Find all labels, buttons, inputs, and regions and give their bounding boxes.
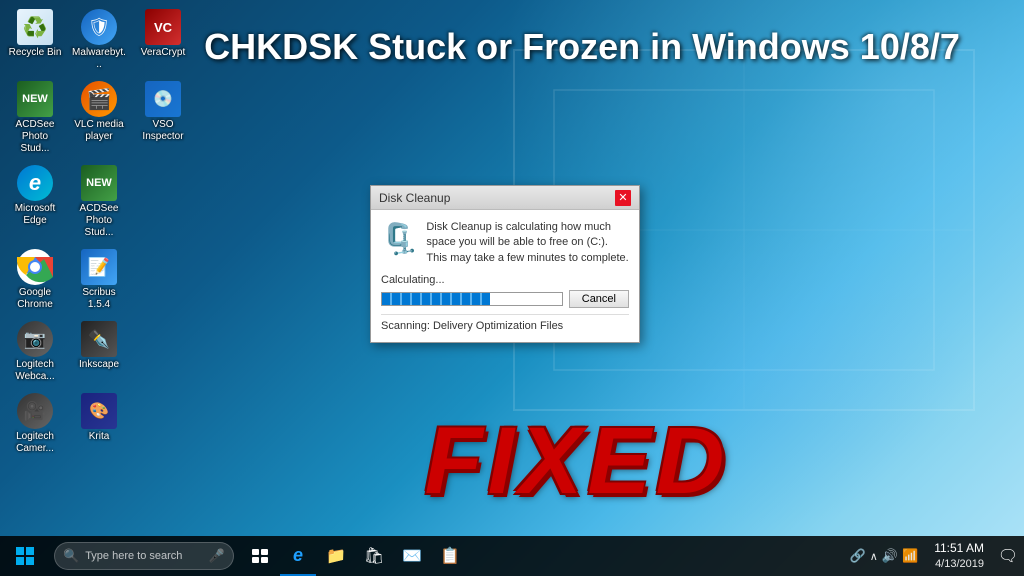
taskbar-right: 🔗 ∧ 🔊 📶 11:51 AM 4/13/2019 🗨: [842, 536, 1024, 576]
system-tray: 🔗 ∧ 🔊 📶: [842, 548, 927, 564]
logitech-camera-label: Logitech Camer...: [7, 431, 63, 455]
start-button[interactable]: [0, 536, 50, 576]
progress-bar-fill: [382, 293, 490, 305]
inkscape-label: Inkscape: [79, 359, 119, 371]
system-clock[interactable]: 11:51 AM 4/13/2019: [926, 541, 992, 571]
krita-icon[interactable]: 🎨 Krita: [69, 389, 129, 459]
dialog-title-text: Disk Cleanup: [379, 191, 450, 205]
veracrypt-icon[interactable]: VC VeraCrypt: [133, 5, 193, 75]
tray-network-icon[interactable]: 🔗: [850, 548, 866, 564]
vso-label: VSO Inspector: [135, 119, 191, 143]
recycle-bin-icon[interactable]: ♻️ Recycle Bin: [5, 5, 65, 75]
taskbar-app-icon[interactable]: 📋: [432, 536, 468, 576]
taskbar-explorer-icon[interactable]: 📁: [318, 536, 354, 576]
tray-volume-icon[interactable]: 🔊: [882, 548, 898, 564]
vlc-icon[interactable]: 🎬 VLC media player: [69, 77, 129, 159]
edge-label: Microsoft Edge: [7, 203, 63, 227]
tray-chevron-icon[interactable]: ∧: [870, 550, 878, 563]
malwarebytes-label: Malwarebyt...: [71, 47, 127, 71]
taskbar: 🔍 Type here to search 🎤 e 📁 🛍 ✉️ 📋: [0, 536, 1024, 576]
tray-icons: 🔗 ∧ 🔊 📶: [850, 548, 919, 564]
scanning-label: Scanning: Delivery Optimization Files: [381, 314, 629, 332]
inkscape-icon[interactable]: ✒️ Inkscape: [69, 317, 129, 387]
tray-network2-icon[interactable]: 📶: [902, 548, 918, 564]
taskview-button[interactable]: [242, 536, 278, 576]
clock-date: 4/13/2019: [934, 557, 984, 571]
desktop-icons: ♻️ Recycle Bin 🛡 Malwarebyt... VC VeraCr…: [5, 5, 193, 459]
edge-icon[interactable]: e Microsoft Edge: [5, 161, 65, 243]
disk-icon: 🗜️: [381, 222, 418, 257]
disk-cleanup-dialog: Disk Cleanup ✕ 🗜️ Disk Cleanup is calcul…: [370, 185, 640, 343]
scribus-label: Scribus 1.5.4: [71, 287, 127, 311]
veracrypt-label: VeraCrypt: [141, 47, 185, 59]
logitech-webcam-icon[interactable]: 📷 Logitech Webca...: [5, 317, 65, 387]
recycle-bin-label: Recycle Bin: [9, 47, 62, 59]
search-placeholder: Type here to search: [85, 550, 182, 562]
taskbar-edge-icon[interactable]: e: [280, 536, 316, 576]
dialog-body: 🗜️ Disk Cleanup is calculating how much …: [371, 210, 639, 342]
acdsee-label: ACDSee Photo Stud...: [7, 119, 63, 155]
cancel-button[interactable]: Cancel: [569, 290, 629, 308]
dialog-message: Disk Cleanup is calculating how much spa…: [426, 220, 629, 266]
chrome-label: Google Chrome: [7, 287, 63, 311]
malwarebytes-icon[interactable]: 🛡 Malwarebyt...: [69, 5, 129, 75]
clock-time: 11:51 AM: [934, 541, 984, 557]
progress-bar-container: [381, 292, 563, 306]
acdsee2-label: ACDSee Photo Stud...: [71, 203, 127, 239]
article-title: CHKDSK Stuck or Frozen in Windows 10/8/7: [190, 25, 974, 68]
taskbar-mail-icon[interactable]: ✉️: [394, 536, 430, 576]
dialog-titlebar: Disk Cleanup ✕: [371, 186, 639, 210]
notification-center-button[interactable]: 🗨: [992, 536, 1024, 576]
vlc-label: VLC media player: [71, 119, 127, 143]
desktop: ♻️ Recycle Bin 🛡 Malwarebyt... VC VeraCr…: [0, 0, 1024, 576]
search-bar[interactable]: 🔍 Type here to search 🎤: [54, 542, 234, 570]
krita-label: Krita: [89, 431, 110, 443]
calculating-label: Calculating...: [381, 274, 629, 286]
logitech-camera-icon[interactable]: 🎥 Logitech Camer...: [5, 389, 65, 459]
vso-icon[interactable]: 💿 VSO Inspector: [133, 77, 193, 159]
taskbar-pinned-icons: e 📁 🛍 ✉️ 📋: [242, 536, 468, 576]
chrome-icon[interactable]: Google Chrome: [5, 245, 65, 315]
microphone-icon: 🎤: [209, 548, 225, 564]
acdsee-icon[interactable]: NEW ACDSee Photo Stud...: [5, 77, 65, 159]
acdsee2-icon[interactable]: NEW ACDSee Photo Stud...: [69, 161, 129, 243]
logitech-webcam-label: Logitech Webca...: [7, 359, 63, 383]
fixed-label: FIXED: [180, 407, 974, 516]
dialog-close-button[interactable]: ✕: [615, 190, 631, 206]
taskbar-store-icon[interactable]: 🛍: [356, 536, 392, 576]
scribus-icon[interactable]: 📝 Scribus 1.5.4: [69, 245, 129, 315]
